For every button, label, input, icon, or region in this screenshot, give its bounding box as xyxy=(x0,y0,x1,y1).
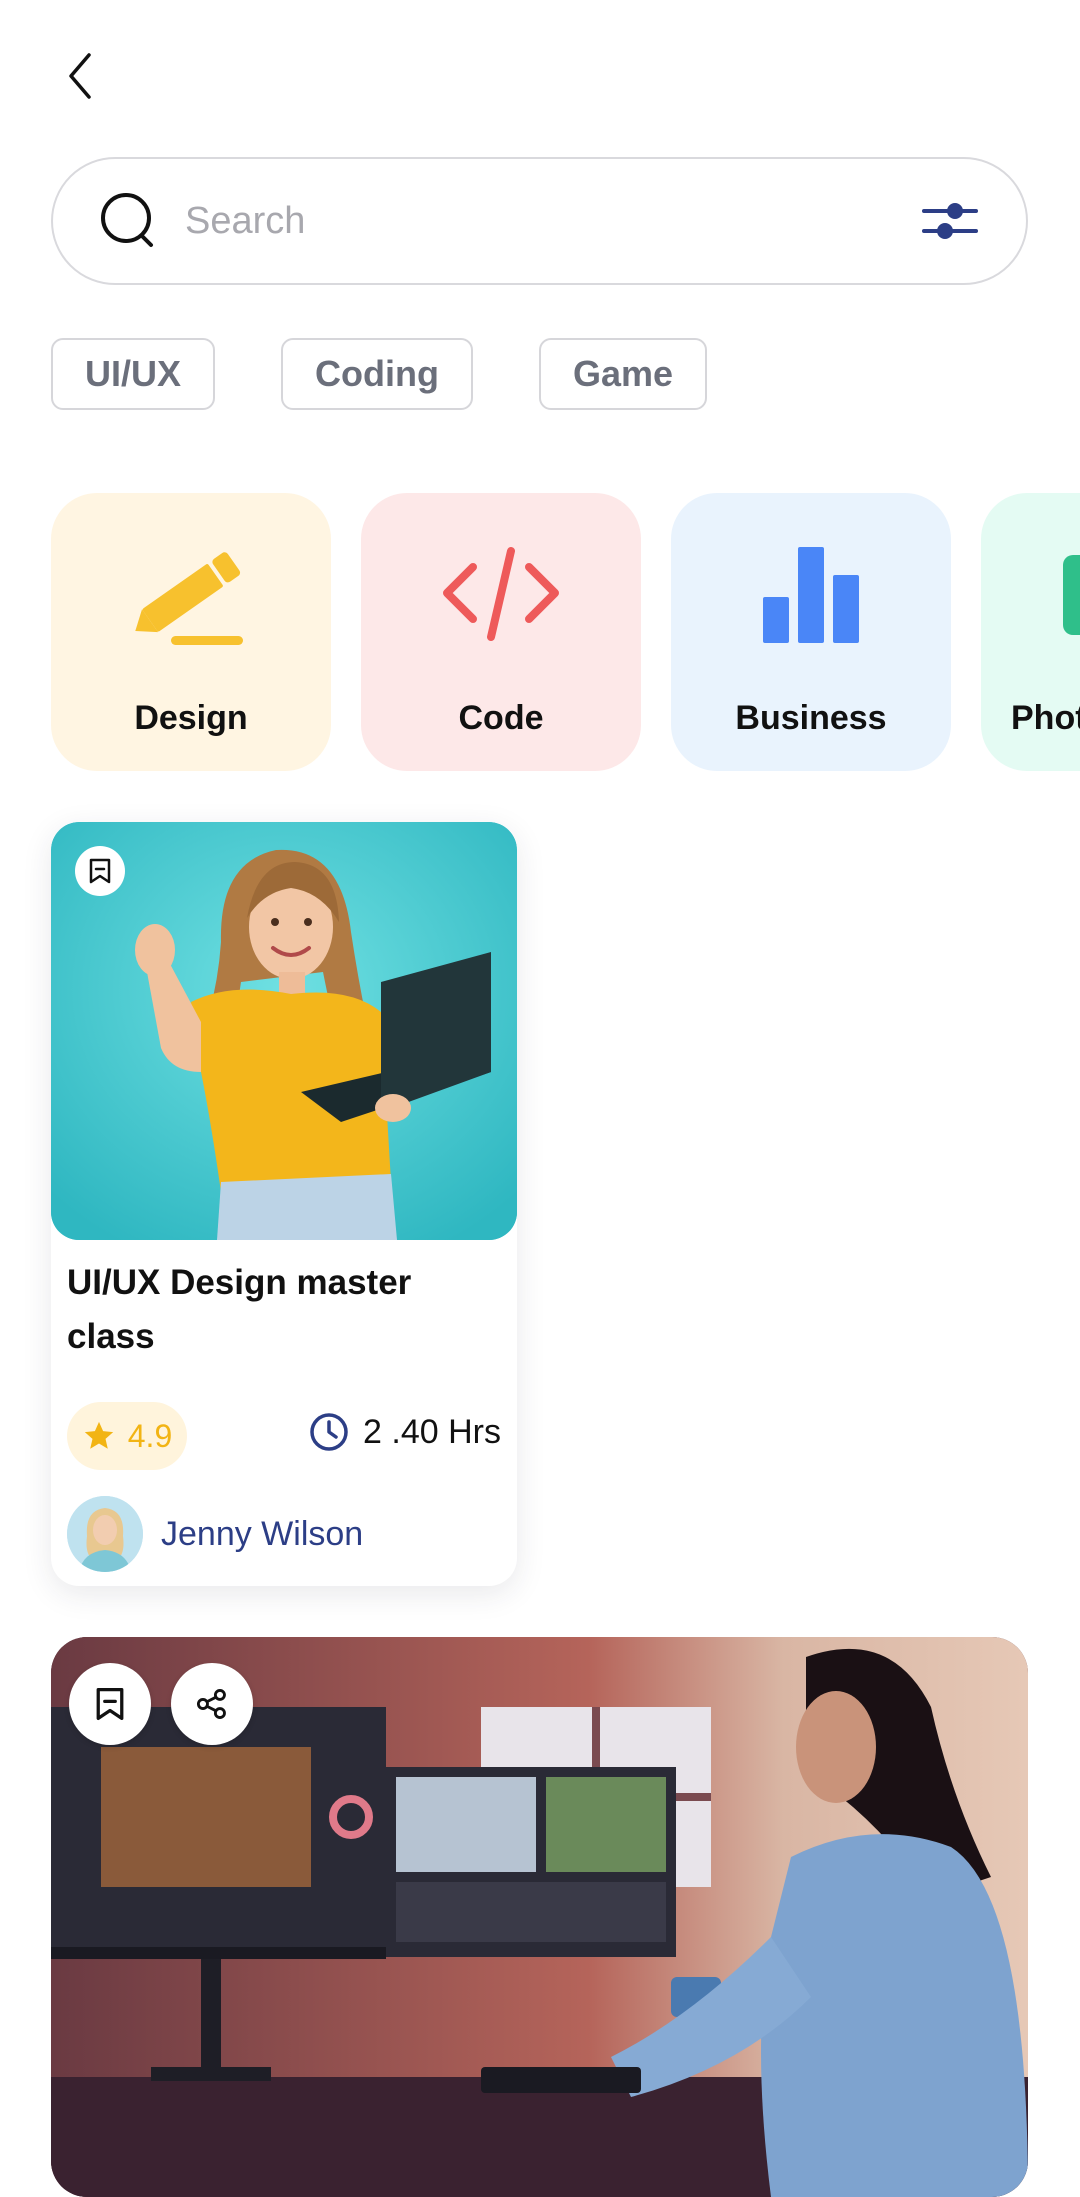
course-title: UI/UX Design master class xyxy=(67,1263,412,1356)
clock-icon xyxy=(310,1413,348,1451)
course-duration: 2 .40 Hrs xyxy=(309,1412,501,1452)
category-label: Design xyxy=(134,699,248,737)
rating-badge: 4.9 xyxy=(67,1402,187,1470)
search-icon[interactable] xyxy=(97,189,161,253)
category-label: Business xyxy=(735,699,887,737)
course-thumbnail xyxy=(51,822,517,1240)
chevron-left-icon xyxy=(69,53,91,99)
avatar xyxy=(67,1496,143,1572)
search-bar xyxy=(51,157,1028,285)
bar-chart-icon xyxy=(751,535,871,655)
rating-value: 4.9 xyxy=(127,1417,173,1454)
category-design[interactable]: Design xyxy=(51,493,331,771)
duration-value: 2 .40 Hrs xyxy=(363,1412,501,1451)
bookmark-icon xyxy=(96,1687,124,1721)
chip-coding[interactable]: Coding xyxy=(281,338,473,410)
bookmark-icon xyxy=(89,858,111,884)
pencil-icon xyxy=(131,535,251,655)
chip-game[interactable]: Game xyxy=(538,338,708,410)
sliders-icon[interactable] xyxy=(918,189,982,253)
category-label: Photo xyxy=(1011,699,1080,737)
category-carousel[interactable]: Design Code Business Pho xyxy=(51,493,1080,773)
bookmark-button[interactable] xyxy=(69,1663,151,1745)
code-icon xyxy=(441,535,561,655)
back-button[interactable] xyxy=(52,48,108,104)
share-button[interactable] xyxy=(171,1663,253,1745)
author-name: Jenny Wilson xyxy=(161,1514,364,1553)
star-icon xyxy=(84,1421,113,1449)
course-card[interactable]: UI/UX Design master class 4.9 2 .40 Hrs … xyxy=(51,822,517,1586)
category-label: Code xyxy=(458,699,544,737)
filter-chips: UI/UX Coding Game xyxy=(51,338,708,410)
course-card[interactable] xyxy=(51,1637,1028,2197)
share-icon xyxy=(196,1688,226,1720)
bookmark-button[interactable] xyxy=(75,846,125,896)
category-photo[interactable]: Photo xyxy=(981,493,1080,771)
search-input[interactable] xyxy=(183,180,918,262)
category-business[interactable]: Business xyxy=(671,493,951,771)
category-code[interactable]: Code xyxy=(361,493,641,771)
camera-icon xyxy=(1013,535,1080,655)
course-author[interactable]: Jenny Wilson xyxy=(67,1496,363,1572)
chip-uiux[interactable]: UI/UX xyxy=(51,338,216,410)
